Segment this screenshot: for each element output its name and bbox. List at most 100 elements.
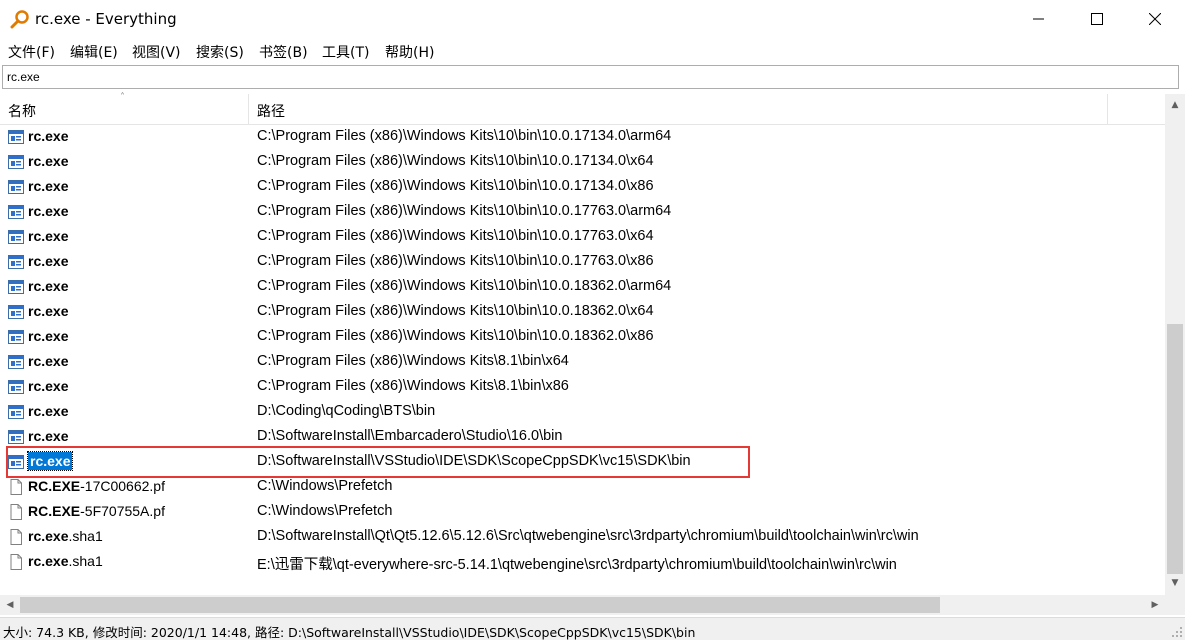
table-row[interactable]: rc.exe C:\Program Files (x86)\Windows Kit… <box>0 375 1165 400</box>
column-name-header[interactable]: 名称 <box>8 101 36 121</box>
executable-icon <box>8 179 24 195</box>
table-row[interactable]: rc.exe C:\Program Files (x86)\Windows Kit… <box>0 200 1165 225</box>
table-row[interactable]: rc.exe C:\Program Files (x86)\Windows Kit… <box>0 250 1165 275</box>
table-row[interactable]: rc.exe C:\Program Files (x86)\Windows Kit… <box>0 300 1165 325</box>
executable-icon <box>8 354 24 370</box>
match-highlight: RC.EXE <box>28 478 81 494</box>
menu-edit[interactable]: 编辑(E) <box>70 42 118 62</box>
column-path-header[interactable]: 路径 <box>257 101 285 121</box>
file-name: rc.exe <box>28 253 68 269</box>
file-name: rc.exe <box>28 203 68 219</box>
table-row[interactable]: rc.exe.sha1 E:\迅雷下载\qt-everywhere-src-5.1… <box>0 550 1165 575</box>
table-row[interactable]: rc.exe C:\Program Files (x86)\Windows Kit… <box>0 325 1165 350</box>
file-name: rc.exe <box>28 228 68 244</box>
match-highlight: rc.exe <box>28 228 69 244</box>
maximize-icon <box>1091 13 1103 25</box>
match-highlight: rc.exe <box>28 328 69 344</box>
file-icon <box>8 529 24 545</box>
file-path: C:\Program Files (x86)\Windows Kits\10\b… <box>257 328 654 344</box>
match-highlight: rc.exe <box>28 428 69 444</box>
menu-tools[interactable]: 工具(T) <box>322 42 369 62</box>
results-list: rc.exe C:\Program Files (x86)\Windows Kit… <box>0 125 1165 595</box>
horizontal-scroll-thumb[interactable] <box>20 597 940 613</box>
scroll-left-icon[interactable]: ◀ <box>0 595 20 615</box>
minimize-icon <box>1033 18 1044 20</box>
executable-icon <box>8 454 24 470</box>
table-row[interactable]: RC.EXE-5F70755A.pf C:\Windows\Prefetch <box>0 500 1165 525</box>
file-path: C:\Windows\Prefetch <box>257 503 393 519</box>
executable-icon <box>8 304 24 320</box>
file-icon <box>8 554 24 570</box>
match-highlight: rc.exe <box>28 403 69 419</box>
scrollbar-corner <box>1165 595 1185 615</box>
file-name: rc.exe <box>28 278 68 294</box>
match-highlight: rc.exe <box>28 278 69 294</box>
file-path: E:\迅雷下载\qt-everywhere-src-5.14.1\qtweben… <box>257 557 897 573</box>
table-row[interactable]: RC.EXE-17C00662.pf C:\Windows\Prefetch <box>0 475 1165 500</box>
search-input[interactable] <box>2 65 1179 89</box>
match-highlight: rc.exe <box>28 128 69 144</box>
file-name: rc.exe <box>28 428 68 444</box>
table-row[interactable]: rc.exe C:\Program Files (x86)\Windows Kit… <box>0 125 1165 150</box>
executable-icon <box>8 129 24 145</box>
file-name: rc.exe <box>28 153 68 169</box>
executable-icon <box>8 204 24 220</box>
close-button[interactable] <box>1126 0 1184 38</box>
scroll-right-icon[interactable]: ▶ <box>1145 595 1165 615</box>
menu-help[interactable]: 帮助(H) <box>385 42 434 62</box>
title-bar: rc.exe - Everything <box>0 0 1185 38</box>
table-row[interactable]: rc.exe C:\Program Files (x86)\Windows Kit… <box>0 275 1165 300</box>
file-path: C:\Program Files (x86)\Windows Kits\10\b… <box>257 303 654 319</box>
match-highlight: rc.exe <box>30 453 71 469</box>
maximize-button[interactable] <box>1068 0 1126 38</box>
table-row[interactable]: rc.exe C:\Program Files (x86)\Windows Kit… <box>0 350 1165 375</box>
file-path: D:\SoftwareInstall\VSStudio\IDE\SDK\Scop… <box>257 453 691 469</box>
executable-icon <box>8 279 24 295</box>
menu-bar: 文件(F) 编辑(E) 视图(V) 搜索(S) 书签(B) 工具(T) 帮助(H… <box>0 38 1185 63</box>
file-icon <box>8 504 24 520</box>
file-name-rest: .sha1 <box>68 553 103 569</box>
menu-view[interactable]: 视图(V) <box>132 42 181 62</box>
menu-bookmarks[interactable]: 书签(B) <box>259 42 308 62</box>
column-resize-handle[interactable] <box>1107 94 1108 124</box>
file-name: rc.exe <box>28 353 68 369</box>
table-row[interactable]: rc.exe C:\Program Files (x86)\Windows Kit… <box>0 225 1165 250</box>
resize-grip-icon[interactable] <box>1171 626 1183 638</box>
match-highlight: RC.EXE <box>28 503 81 519</box>
file-name: rc.exe <box>28 328 68 344</box>
close-icon <box>1149 13 1161 25</box>
file-name: rc.exe <box>28 403 68 419</box>
table-row[interactable]: rc.exe D:\SoftwareInstall\VSStudio\IDE\SD… <box>0 450 1165 475</box>
table-row[interactable]: rc.exe D:\Coding\qCoding\BTS\bin <box>0 400 1165 425</box>
table-row[interactable]: rc.exe C:\Program Files (x86)\Windows Kit… <box>0 175 1165 200</box>
table-row[interactable]: rc.exe.sha1 D:\SoftwareInstall\Qt\Qt5.12.… <box>0 525 1165 550</box>
match-highlight: rc.exe <box>28 353 69 369</box>
sort-ascending-icon: ˄ <box>120 92 125 103</box>
file-icon <box>8 479 24 495</box>
match-highlight: rc.exe <box>28 303 69 319</box>
scroll-up-icon[interactable]: ▲ <box>1165 96 1185 114</box>
magnifier-app-icon <box>10 10 29 29</box>
file-name: rc.exe.sha1 <box>28 553 103 569</box>
minimize-button[interactable] <box>1010 0 1068 38</box>
column-resize-handle[interactable] <box>248 94 249 124</box>
vertical-scrollbar[interactable]: ▲ ▼ <box>1165 94 1185 595</box>
window-title: rc.exe - Everything <box>35 10 177 28</box>
vertical-scroll-thumb[interactable] <box>1167 324 1183 574</box>
executable-icon <box>8 154 24 170</box>
table-row[interactable]: rc.exe C:\Program Files (x86)\Windows Kit… <box>0 150 1165 175</box>
horizontal-scrollbar[interactable]: ◀ ▶ <box>0 595 1165 615</box>
file-name: rc.exe <box>28 128 68 144</box>
file-path: C:\Program Files (x86)\Windows Kits\10\b… <box>257 253 654 269</box>
scroll-down-icon[interactable]: ▼ <box>1165 574 1185 592</box>
menu-search[interactable]: 搜索(S) <box>196 42 244 62</box>
file-path: C:\Program Files (x86)\Windows Kits\10\b… <box>257 203 672 219</box>
file-path: C:\Windows\Prefetch <box>257 478 393 494</box>
table-row[interactable]: rc.exe D:\SoftwareInstall\Embarcadero\Stu… <box>0 425 1165 450</box>
executable-icon <box>8 329 24 345</box>
file-name-rest: -5F70755A.pf <box>80 503 165 519</box>
menu-file[interactable]: 文件(F) <box>8 42 55 62</box>
file-name: RC.EXE-5F70755A.pf <box>28 503 165 519</box>
match-highlight: rc.exe <box>28 203 69 219</box>
match-highlight: rc.exe <box>28 378 69 394</box>
